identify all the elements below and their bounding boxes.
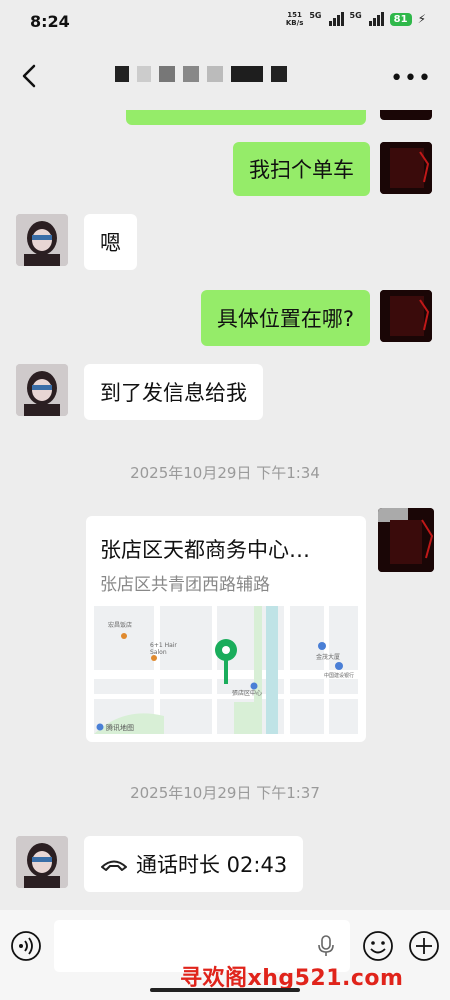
status-bar: 8:24 151 KB/s 5G 5G 81 ⚡ xyxy=(0,0,450,44)
my-avatar-top[interactable] xyxy=(380,110,432,120)
received-message-bubble[interactable]: 嗯 xyxy=(84,214,137,270)
status-time: 8:24 xyxy=(30,12,70,31)
network-speed: 151 KB/s xyxy=(285,11,304,27)
voice-input-icon[interactable] xyxy=(10,930,42,962)
location-card[interactable]: 张店区天都商务中心… 张店区共青团西路辅路 宏昌饭店 6+1 Hair Salo… xyxy=(86,516,366,742)
avatar-image xyxy=(380,290,432,342)
back-arrow-icon[interactable] xyxy=(16,62,44,90)
sent-message-bubble[interactable]: 我扫个单车 xyxy=(233,142,370,196)
timestamp: 2025年10月29日 下午1:34 xyxy=(130,464,320,482)
map-poi-label: 6+1 Hair Salon xyxy=(150,642,177,656)
more-options-icon[interactable]: ••• xyxy=(390,66,432,91)
contact-name-redacted xyxy=(115,66,287,82)
location-address: 张店区共青团西路辅路 xyxy=(100,575,270,595)
emoji-icon[interactable] xyxy=(362,930,394,962)
contact-avatar[interactable] xyxy=(16,214,68,266)
location-title: 张店区天都商务中心… xyxy=(100,538,310,562)
call-duration: 通话时长 02:43 xyxy=(136,853,288,877)
map-poi-label: 金茂大厦 xyxy=(316,654,341,661)
message-text: 嗯 xyxy=(100,231,121,255)
avatar-image xyxy=(16,214,68,266)
my-avatar[interactable] xyxy=(380,290,432,342)
avatar-image xyxy=(16,836,68,888)
avatar-image xyxy=(380,142,432,194)
chat-header: ••• xyxy=(0,44,450,110)
contact-avatar[interactable] xyxy=(16,836,68,888)
contact-avatar[interactable] xyxy=(16,364,68,416)
avatar-image xyxy=(378,508,434,572)
map-poi-label: 張店区中心 xyxy=(232,690,263,697)
home-indicator xyxy=(150,988,300,992)
map-poi-label: 中国建设银行 xyxy=(324,673,355,679)
message-text: 具体位置在哪? xyxy=(216,307,354,331)
my-avatar[interactable] xyxy=(378,508,434,572)
battery-level: 81 xyxy=(389,12,412,26)
5g-label: 5G xyxy=(309,11,322,20)
timestamp: 2025年10月29日 下午1:37 xyxy=(130,784,320,802)
message-text: 到了发信息给我 xyxy=(100,381,247,405)
call-record-bubble[interactable]: 通话时长 02:43 xyxy=(84,836,304,892)
map-preview[interactable]: 宏昌饭店 6+1 Hair Salon 張店区中心 金茂大厦 中国建设银行 腾讯… xyxy=(94,606,358,734)
map-poi-label: 宏昌饭店 xyxy=(108,622,133,629)
map-image xyxy=(94,606,358,734)
message-text: 我扫个单车 xyxy=(249,158,354,182)
plus-icon[interactable] xyxy=(408,930,440,962)
sent-message-bubble[interactable]: 具体位置在哪? xyxy=(200,290,370,346)
charging-icon: ⚡ xyxy=(417,12,426,26)
map-provider-label: 腾讯地图 xyxy=(106,724,134,732)
microphone-icon[interactable] xyxy=(318,935,334,957)
chat-area: 我扫个单车 嗯 具体位置在哪? 到了发信息给我 2025年10月29日 下午1:… xyxy=(0,110,450,910)
my-avatar[interactable] xyxy=(380,142,432,194)
signal-icon-2 xyxy=(368,12,384,26)
phone-hangup-icon xyxy=(101,860,127,871)
status-icons: 151 KB/s 5G 5G 81 ⚡ xyxy=(286,11,426,27)
received-message-bubble[interactable]: 到了发信息给我 xyxy=(84,364,263,420)
signal-icon xyxy=(328,12,344,26)
avatar-image xyxy=(16,364,68,416)
previous-message-bubble[interactable] xyxy=(126,110,366,125)
5g-label-2: 5G xyxy=(349,11,362,20)
